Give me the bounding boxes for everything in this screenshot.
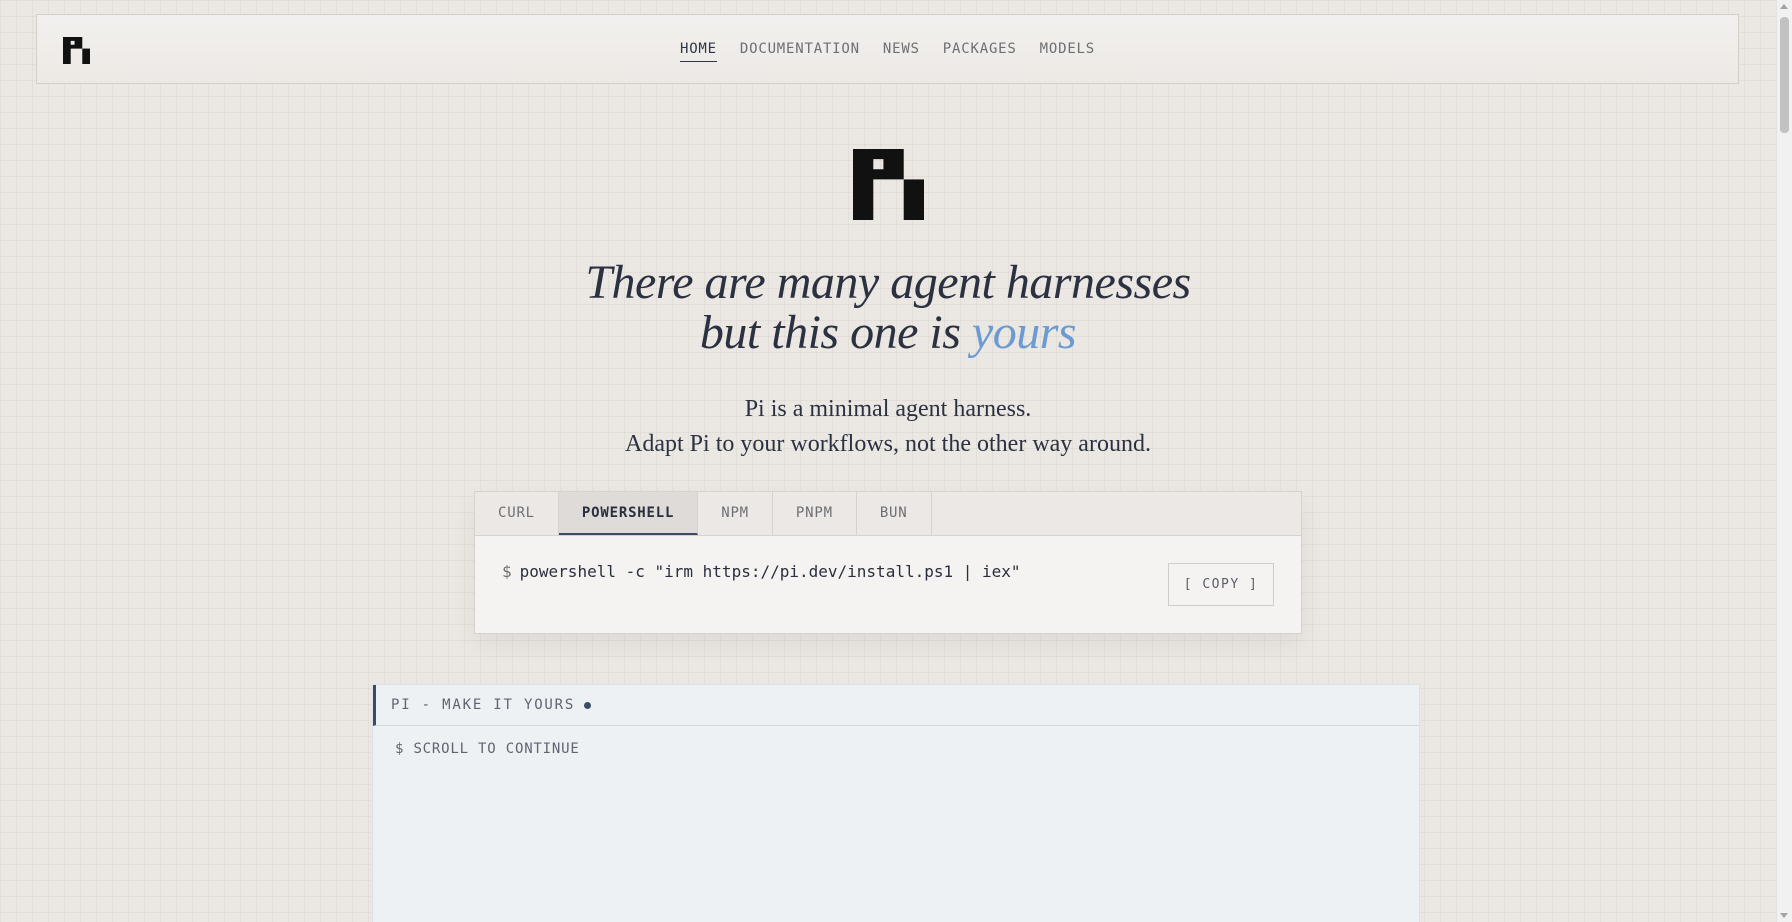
command-prompt: $ (502, 562, 512, 581)
headline-accent: yours (971, 306, 1077, 359)
nav-models[interactable]: MODELS (1040, 41, 1095, 62)
install-box: CURL POWERSHELL NPM PNPM BUN $ powershell… (474, 491, 1302, 634)
headline-line-1: There are many agent harnesses (585, 256, 1191, 309)
nav-news[interactable]: NEWS (883, 41, 920, 62)
tab-npm[interactable]: NPM (698, 492, 773, 535)
site-header: HOME DOCUMENTATION NEWS PACKAGES MODELS (36, 14, 1739, 84)
scroll-down-icon[interactable] (1780, 913, 1788, 918)
install-tabs: CURL POWERSHELL NPM PNPM BUN (475, 492, 1301, 536)
scroll-up-icon[interactable] (1780, 4, 1788, 9)
tab-curl[interactable]: CURL (475, 492, 559, 535)
status-dot-icon (584, 701, 592, 709)
hero-subheading: Pi is a minimal agent harness. Adapt Pi … (0, 392, 1776, 462)
command-text: powershell -c "irm https://pi.dev/instal… (519, 562, 1021, 581)
terminal-title: PI - MAKE IT YOURS (391, 697, 576, 713)
nav-home[interactable]: HOME (679, 41, 717, 62)
sub-line-2: Adapt Pi to your workflows, not the othe… (625, 431, 1151, 457)
copy-button[interactable]: [ COPY ] (1168, 563, 1274, 606)
nav-packages[interactable]: PACKAGES (943, 41, 1017, 62)
headline-line-2: but this one is yours (0, 308, 1776, 358)
scroll-thumb[interactable] (1780, 17, 1789, 133)
page-scrollbar[interactable] (1776, 0, 1792, 922)
tab-powershell[interactable]: POWERSHELL (558, 492, 699, 535)
headline-line-2-prefix: but this one is (699, 306, 972, 359)
terminal-panel: PI - MAKE IT YOURS $ SCROLL TO CONTINUE (372, 684, 1420, 922)
sub-line-1: Pi is a minimal agent harness. (744, 396, 1032, 422)
terminal-header: PI - MAKE IT YOURS (373, 685, 1419, 726)
pi-hero-logo-icon (853, 149, 924, 220)
terminal-body: $ SCROLL TO CONTINUE (395, 741, 580, 757)
nav-documentation[interactable]: DOCUMENTATION (740, 41, 860, 62)
tab-pnpm[interactable]: PNPM (773, 492, 857, 535)
install-command[interactable]: $ powershell -c "irm https://pi.dev/insta… (502, 562, 1021, 581)
page: HOME DOCUMENTATION NEWS PACKAGES MODELS … (0, 0, 1776, 922)
hero-headline: There are many agent harnesses but this … (0, 258, 1776, 358)
main-nav: HOME DOCUMENTATION NEWS PACKAGES MODELS (37, 41, 1738, 62)
tab-bun[interactable]: BUN (857, 492, 932, 535)
